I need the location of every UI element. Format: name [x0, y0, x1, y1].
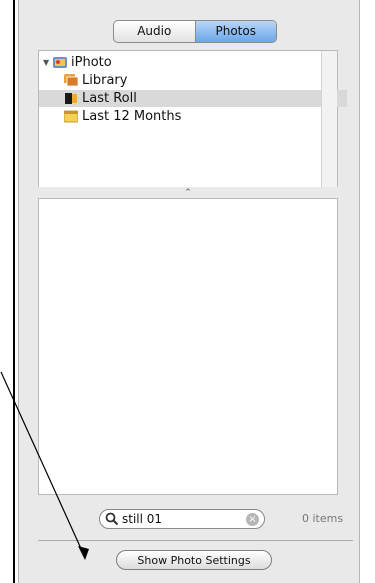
library-icon [64, 74, 78, 87]
disclosure-triangle-icon[interactable]: ▼ [43, 54, 53, 71]
media-type-switch: Audio Photos [113, 20, 277, 43]
source-item-label: iPhoto [71, 55, 112, 70]
clear-search-icon[interactable]: × [246, 512, 259, 526]
window-frame-edge [13, 0, 15, 583]
photo-browser-area[interactable] [38, 198, 338, 495]
source-list: ▼ iPhoto Library Last Roll Last 12 Month… [38, 50, 347, 188]
source-list-scrollbar[interactable] [321, 51, 337, 187]
split-view-handle[interactable]: ⌃ [38, 187, 338, 198]
search-icon [105, 512, 119, 526]
film-roll-icon [65, 93, 77, 104]
show-photo-settings-button[interactable]: Show Photo Settings [116, 550, 272, 570]
iphoto-icon [53, 57, 67, 68]
item-count: 0 items [302, 512, 344, 525]
source-item-label: Last Roll [82, 91, 137, 106]
footer-divider [38, 540, 353, 541]
source-item-iphoto[interactable]: ▼ iPhoto [39, 54, 322, 71]
source-item-last-12-months[interactable]: Last 12 Months [39, 108, 347, 125]
search-field[interactable]: × [99, 509, 265, 529]
calendar-icon [64, 110, 78, 123]
source-item-label: Last 12 Months [82, 109, 182, 124]
source-item-last-roll[interactable]: Last Roll [39, 90, 347, 107]
source-item-label: Library [82, 73, 128, 88]
search-input[interactable] [122, 512, 234, 526]
tab-audio[interactable]: Audio [114, 21, 195, 42]
source-item-library[interactable]: Library [39, 72, 347, 89]
tab-photos[interactable]: Photos [194, 21, 276, 42]
